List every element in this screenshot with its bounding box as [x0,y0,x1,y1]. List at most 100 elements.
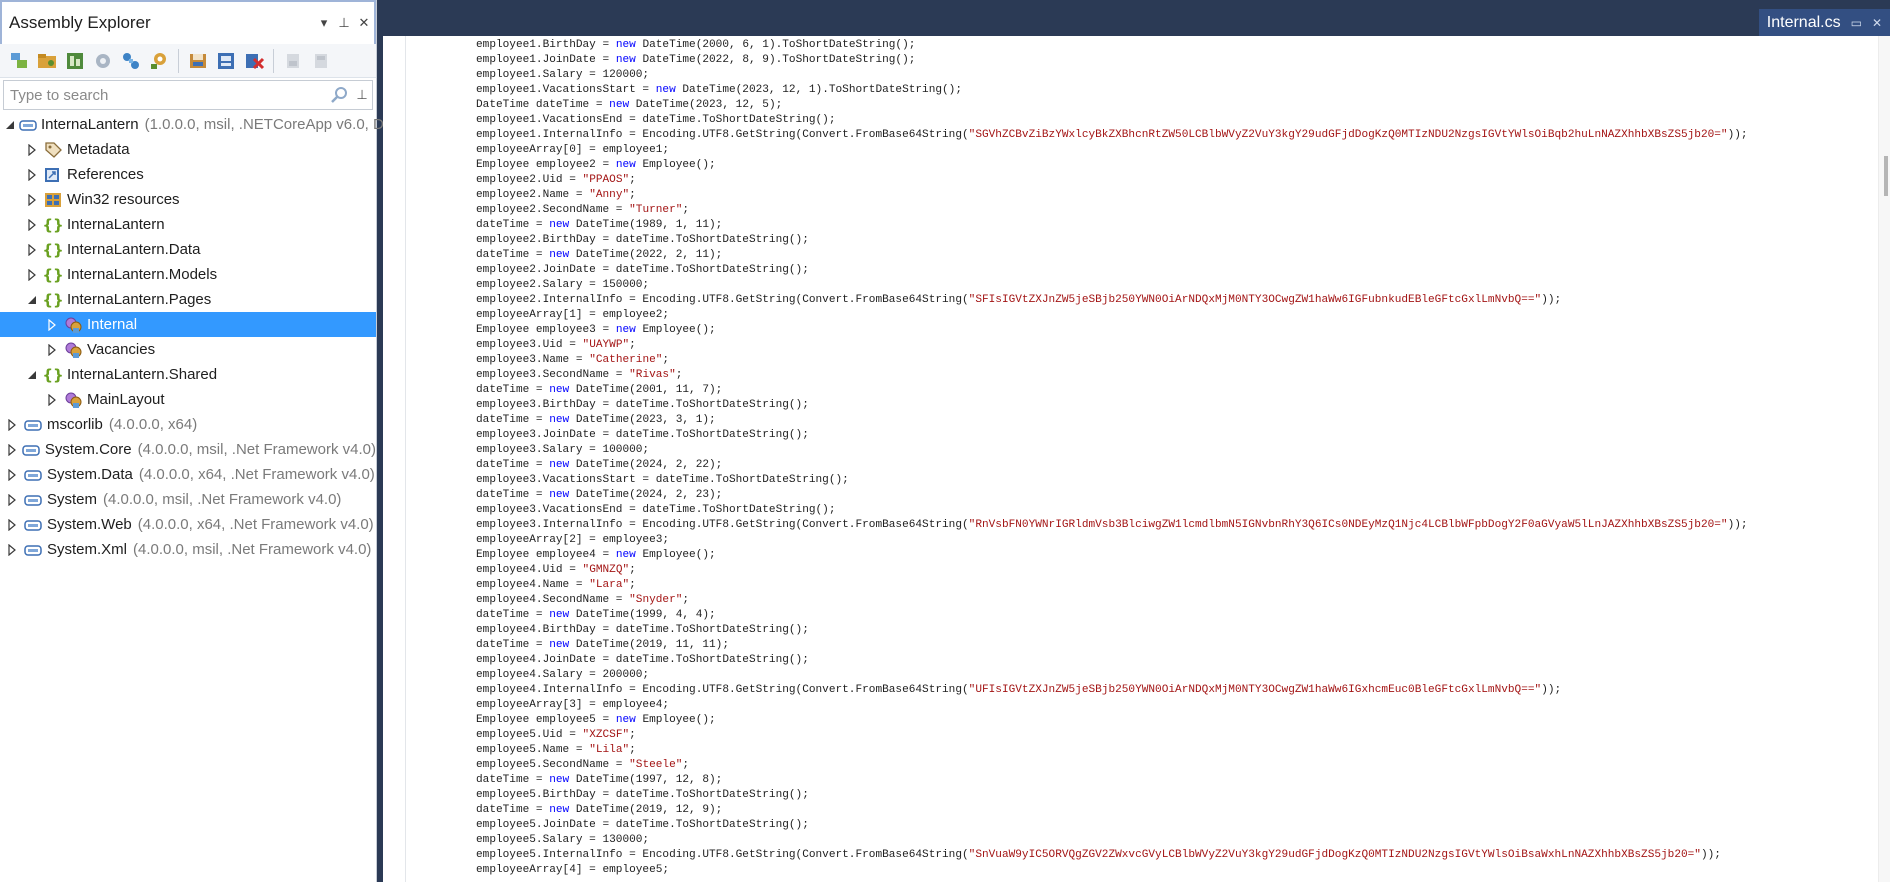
tab-internal-cs[interactable]: Internal.cs ▭ ✕ [1758,9,1890,36]
code-line[interactable]: employee1.JoinDate = new DateTime(2022, … [476,53,1748,68]
tree-node-system[interactable]: System (4.0.0.0, msil, .Net Framework v4.… [0,487,376,512]
code-line[interactable]: employee1.VacationsEnd = dateTime.ToShor… [476,113,1748,128]
code-line[interactable]: employeeArray[3] = employee4; [476,698,1748,713]
open-folder-icon[interactable] [34,48,60,74]
code-line[interactable]: employee3.Name = "Catherine"; [476,353,1748,368]
code-line[interactable]: employee1.InternalInfo = Encoding.UTF8.G… [476,128,1748,143]
code-line[interactable]: employee4.Uid = "GMNZQ"; [476,563,1748,578]
collapsed-arrow-icon[interactable] [4,492,20,508]
tree-node-mainlayout[interactable]: MainLayout [0,387,376,412]
code-line[interactable]: employee2.Name = "Anny"; [476,188,1748,203]
tree-node-mscorlib[interactable]: mscorlib (4.0.0.0, x64) [0,412,376,437]
code-line[interactable]: employeeArray[2] = employee3; [476,533,1748,548]
code-line[interactable]: employeeArray[1] = employee2; [476,308,1748,323]
code-line[interactable]: dateTime = new DateTime(2019, 12, 9); [476,803,1748,818]
code-view[interactable]: employee1.BirthDay = new DateTime(2000, … [476,38,1748,878]
code-line[interactable]: employee5.JoinDate = dateTime.ToShortDat… [476,818,1748,833]
code-line[interactable]: employee2.SecondName = "Turner"; [476,203,1748,218]
settings-icon[interactable] [146,48,172,74]
search-input[interactable] [4,82,326,108]
code-line[interactable]: employee2.JoinDate = dateTime.ToShortDat… [476,263,1748,278]
code-line[interactable]: dateTime = new DateTime(2019, 11, 11); [476,638,1748,653]
code-line[interactable]: employee1.BirthDay = new DateTime(2000, … [476,38,1748,53]
code-line[interactable]: employee4.Name = "Lara"; [476,578,1748,593]
code-line[interactable]: employee5.Uid = "XZCSF"; [476,728,1748,743]
expanded-arrow-icon[interactable] [4,117,16,133]
expanded-arrow-icon[interactable] [24,292,40,308]
collapsed-arrow-icon[interactable] [4,417,20,433]
code-line[interactable]: dateTime = new DateTime(1997, 12, 8); [476,773,1748,788]
code-line[interactable]: employee3.JoinDate = dateTime.ToShortDat… [476,428,1748,443]
code-line[interactable]: employee4.BirthDay = dateTime.ToShortDat… [476,623,1748,638]
code-line[interactable]: employee2.Salary = 150000; [476,278,1748,293]
tree-node-vacancies[interactable]: Vacancies [0,337,376,362]
tree-node-system-data[interactable]: System.Data (4.0.0.0, x64, .Net Framework… [0,462,376,487]
collapsed-arrow-icon[interactable] [24,142,40,158]
process-icon[interactable] [90,48,116,74]
pin-search-icon[interactable]: ⊥ [352,87,372,103]
open-assembly-icon[interactable] [6,48,32,74]
collapsed-arrow-icon[interactable] [4,542,20,558]
tree-node-metadata[interactable]: Metadata [0,137,376,162]
code-line[interactable]: dateTime = new DateTime(2024, 2, 23); [476,488,1748,503]
panel-menu-dropdown-icon[interactable]: ▾ [314,15,334,31]
collapsed-arrow-icon[interactable] [4,442,19,458]
code-line[interactable]: dateTime = new DateTime(2022, 2, 11); [476,248,1748,263]
vertical-scrollbar[interactable] [1878,36,1890,882]
collapsed-arrow-icon[interactable] [4,517,20,533]
collapsed-arrow-icon[interactable] [44,317,60,333]
code-line[interactable]: dateTime = new DateTime(1989, 1, 11); [476,218,1748,233]
code-line[interactable]: employee4.Salary = 200000; [476,668,1748,683]
scrollbar-thumb[interactable] [1884,156,1888,196]
remove-assembly-icon[interactable] [241,48,267,74]
tab-close-icon[interactable]: ✕ [1872,16,1882,30]
code-line[interactable]: employee3.Uid = "UAYWP"; [476,338,1748,353]
collapsed-arrow-icon[interactable] [24,167,40,183]
code-line[interactable]: employee5.Name = "Lila"; [476,743,1748,758]
code-line[interactable]: employee3.InternalInfo = Encoding.UTF8.G… [476,518,1748,533]
code-line[interactable]: employee4.SecondName = "Snyder"; [476,593,1748,608]
expanded-arrow-icon[interactable] [24,367,40,383]
code-line[interactable]: employee3.BirthDay = dateTime.ToShortDat… [476,398,1748,413]
open-nuget-icon[interactable] [62,48,88,74]
code-line[interactable]: employee1.VacationsStart = new DateTime(… [476,83,1748,98]
code-line[interactable]: employeeArray[0] = employee1; [476,143,1748,158]
search-icon[interactable] [326,86,352,104]
collapsed-arrow-icon[interactable] [44,342,60,358]
code-line[interactable]: dateTime = new DateTime(2024, 2, 22); [476,458,1748,473]
tree-node-internalantern[interactable]: {} InternaLantern [0,212,376,237]
code-line[interactable]: employeeArray[4] = employee5; [476,863,1748,878]
code-line[interactable]: employee3.VacationsStart = dateTime.ToSh… [476,473,1748,488]
code-line[interactable]: dateTime = new DateTime(2001, 11, 7); [476,383,1748,398]
collapsed-arrow-icon[interactable] [24,217,40,233]
code-line[interactable]: employee2.Uid = "PPAOS"; [476,173,1748,188]
code-line[interactable]: employee2.BirthDay = dateTime.ToShortDat… [476,233,1748,248]
code-line[interactable]: Employee employee4 = new Employee(); [476,548,1748,563]
code-line[interactable]: dateTime = new DateTime(1999, 4, 4); [476,608,1748,623]
tree-node-system-xml[interactable]: System.Xml (4.0.0.0, msil, .Net Framework… [0,537,376,562]
tree-node-internal[interactable]: Internal [0,312,376,337]
code-line[interactable]: dateTime = new DateTime(2023, 3, 1); [476,413,1748,428]
back-icon[interactable] [280,48,306,74]
code-line[interactable]: employee4.JoinDate = dateTime.ToShortDat… [476,653,1748,668]
tree-node-internalantern[interactable]: InternaLantern (1.0.0.0, msil, .NETCoreAp… [0,112,392,137]
code-line[interactable]: employee4.InternalInfo = Encoding.UTF8.G… [476,683,1748,698]
code-line[interactable]: employee3.SecondName = "Rivas"; [476,368,1748,383]
forward-icon[interactable] [308,48,334,74]
code-line[interactable]: employee1.Salary = 120000; [476,68,1748,83]
tree-node-internalantern-pages[interactable]: {} InternaLantern.Pages [0,287,376,312]
code-line[interactable]: employee2.InternalInfo = Encoding.UTF8.G… [476,293,1748,308]
pin-icon[interactable]: ⊥ [334,15,354,31]
export-icon[interactable] [213,48,239,74]
collapsed-arrow-icon[interactable] [24,242,40,258]
collapsed-arrow-icon[interactable] [44,392,60,408]
tree-node-internalantern-models[interactable]: {} InternaLantern.Models [0,262,376,287]
code-line[interactable]: Employee employee5 = new Employee(); [476,713,1748,728]
save-icon[interactable] [185,48,211,74]
collapsed-arrow-icon[interactable] [4,467,20,483]
tree-node-references[interactable]: References [0,162,376,187]
assembly-tree-icon[interactable] [118,48,144,74]
tree-node-win32-resources[interactable]: Win32 resources [0,187,376,212]
collapsed-arrow-icon[interactable] [24,192,40,208]
close-icon[interactable]: ✕ [354,15,374,31]
